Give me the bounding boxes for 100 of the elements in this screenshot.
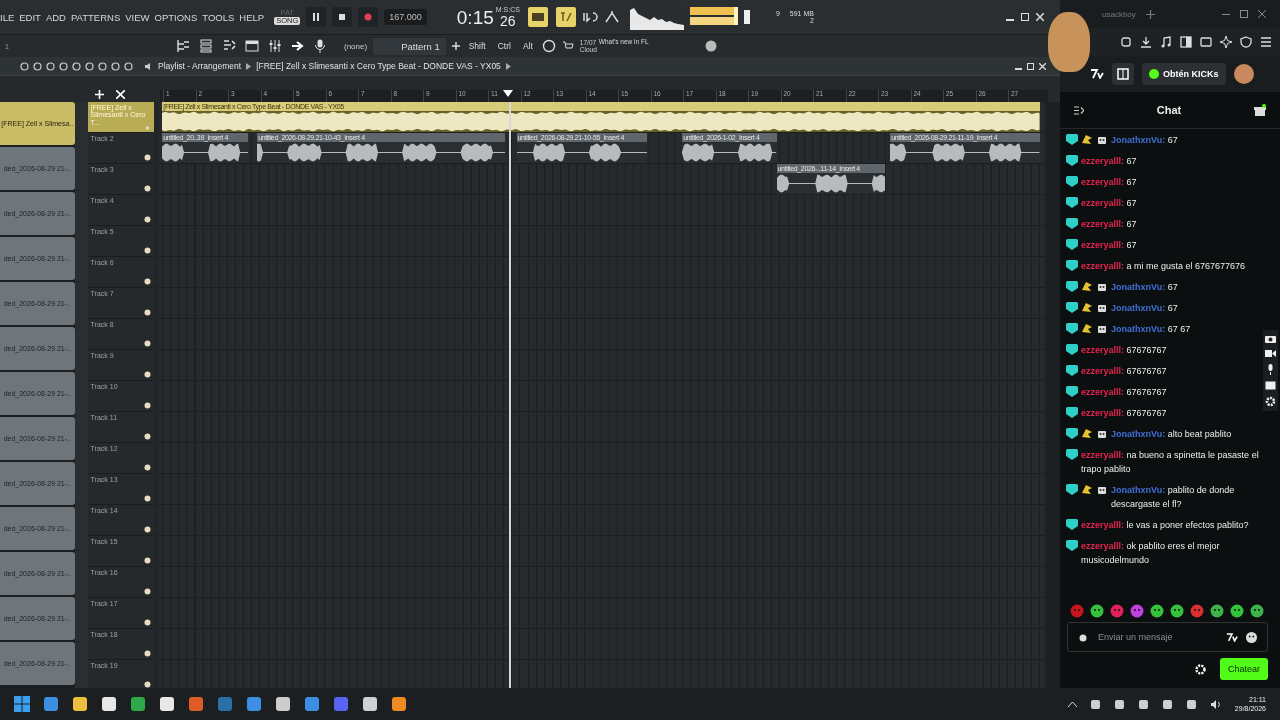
track-toggle-icon[interactable] (144, 278, 152, 285)
mixer-icon[interactable] (268, 39, 282, 53)
track-toggle-icon[interactable] (144, 650, 152, 657)
emote-icon[interactable] (1150, 604, 1164, 618)
track-toggle-icon[interactable] (144, 433, 152, 440)
track-toggle-icon[interactable] (144, 464, 152, 471)
track-toggle-icon[interactable] (144, 681, 152, 688)
tray-icon[interactable] (1161, 698, 1173, 710)
speaker-icon[interactable] (1209, 698, 1222, 710)
emote-icon[interactable] (1190, 604, 1204, 618)
download-icon[interactable] (1140, 36, 1152, 48)
emote-icon[interactable] (1230, 604, 1244, 618)
music-note-icon[interactable] (1160, 36, 1172, 48)
pause-icon[interactable] (306, 7, 327, 27)
tempo-display[interactable]: 167.000 (384, 9, 427, 25)
wallet-icon[interactable] (1200, 36, 1212, 48)
collapse-icon[interactable] (1074, 105, 1084, 115)
video-camera-icon[interactable] (1265, 349, 1276, 358)
maximize-icon[interactable] (1240, 10, 1248, 18)
settings-icon[interactable] (1265, 396, 1276, 407)
app-icon[interactable] (362, 696, 378, 712)
modifier-key[interactable]: Alt (519, 39, 536, 53)
microphone-icon[interactable] (314, 39, 326, 53)
send-button[interactable]: Chatear (1219, 658, 1268, 680)
arrow-icon[interactable] (291, 39, 305, 53)
start-icon[interactable] (14, 696, 30, 712)
shield-icon[interactable] (1240, 36, 1252, 48)
track-toggle-icon[interactable] (144, 526, 152, 533)
channel-selector[interactable]: (none) (344, 41, 368, 51)
piano-roll-icon[interactable] (222, 39, 236, 53)
emote-icon[interactable] (1170, 604, 1184, 618)
keyboard-icon[interactable] (527, 7, 548, 27)
track-toggle-icon[interactable] (144, 247, 152, 254)
smiley-icon[interactable] (1246, 631, 1257, 643)
menu-item[interactable]: ADD (45, 11, 66, 23)
emote-icon[interactable] (1090, 604, 1104, 618)
list-icon[interactable] (199, 39, 213, 53)
modifier-key[interactable]: Shift (465, 39, 489, 53)
cart-icon[interactable] (561, 40, 574, 52)
menu-item[interactable]: EDIT (19, 11, 41, 23)
tray-icon[interactable] (1137, 698, 1149, 710)
seven-tv-icon[interactable] (1226, 632, 1238, 642)
stop-icon[interactable] (332, 7, 353, 27)
camera-icon[interactable] (1265, 334, 1276, 343)
metronome-icon[interactable] (603, 10, 620, 24)
track-toggle-icon[interactable] (144, 126, 152, 130)
tray-icon[interactable] (1113, 698, 1125, 710)
app-icon[interactable] (391, 696, 407, 712)
track-toggle-icon[interactable] (144, 154, 152, 161)
chat-message: JonathxnVu: pablito de donde descargaste el fl? (1111, 484, 1236, 511)
typing-icon[interactable] (555, 7, 576, 27)
chevron-up-icon[interactable] (1067, 701, 1077, 707)
track-toggle-icon[interactable] (144, 185, 152, 192)
window-icon[interactable] (1265, 381, 1276, 390)
tray-icon[interactable] (1185, 698, 1197, 710)
emote-icon[interactable] (1130, 604, 1144, 618)
app-icon[interactable] (159, 696, 175, 712)
browser-tab[interactable]: usackboy (1102, 9, 1136, 19)
get-kicks-button[interactable]: Obtén KICKs (1142, 63, 1226, 85)
chat-input-field[interactable]: Enviar un mensaje (1096, 631, 1218, 643)
slider-thumb-icon[interactable] (743, 10, 750, 24)
puzzle-icon[interactable] (1120, 36, 1132, 48)
track-toggle-icon[interactable] (144, 216, 152, 223)
menu-item[interactable]: HELP (239, 11, 265, 23)
seven-tv-icon[interactable] (1090, 69, 1104, 79)
subscriber-badge-icon (1066, 260, 1078, 271)
app-icon[interactable] (101, 696, 117, 712)
track-toggle-icon[interactable] (144, 495, 152, 502)
emote-icon[interactable] (1250, 604, 1264, 618)
menu-item[interactable]: ILE (0, 11, 15, 23)
gift-icon[interactable] (1254, 104, 1266, 116)
app-icon[interactable] (275, 696, 291, 712)
menu-item[interactable]: VIEW (125, 11, 150, 23)
track-toggle-icon[interactable] (144, 402, 152, 409)
track-toggle-icon[interactable] (144, 588, 152, 595)
track-toggle-icon[interactable] (144, 371, 152, 378)
avatar[interactable] (1233, 64, 1254, 84)
menu-item[interactable]: OPTIONS (154, 11, 198, 23)
track-toggle-icon[interactable] (144, 557, 152, 564)
menu-icon[interactable] (1260, 36, 1272, 48)
playlist-icon[interactable] (176, 39, 190, 53)
sparkle-icon[interactable] (1220, 36, 1232, 48)
app-icon[interactable] (72, 696, 88, 712)
emote-icon[interactable] (1110, 604, 1124, 618)
loop-icon[interactable] (581, 10, 598, 24)
layout-icon[interactable] (1112, 63, 1134, 85)
modifier-key[interactable]: Ctrl (494, 39, 514, 53)
record-icon[interactable] (358, 7, 379, 27)
window-icon[interactable] (245, 39, 259, 53)
pattern-selector[interactable]: Pattern 1 (373, 37, 446, 55)
menu-item[interactable]: TOOLS (202, 11, 235, 23)
subscriber-badge-icon (1066, 239, 1078, 250)
tray-icon[interactable] (1089, 698, 1101, 710)
track-toggle-icon[interactable] (144, 309, 152, 316)
menu-item[interactable]: PATTERNS (70, 11, 121, 23)
emote-icon[interactable] (1210, 604, 1224, 618)
track-toggle-icon[interactable] (144, 340, 152, 347)
sidebar-icon[interactable] (1180, 36, 1192, 48)
track-toggle-icon[interactable] (144, 619, 152, 626)
app-icon[interactable] (130, 696, 146, 712)
